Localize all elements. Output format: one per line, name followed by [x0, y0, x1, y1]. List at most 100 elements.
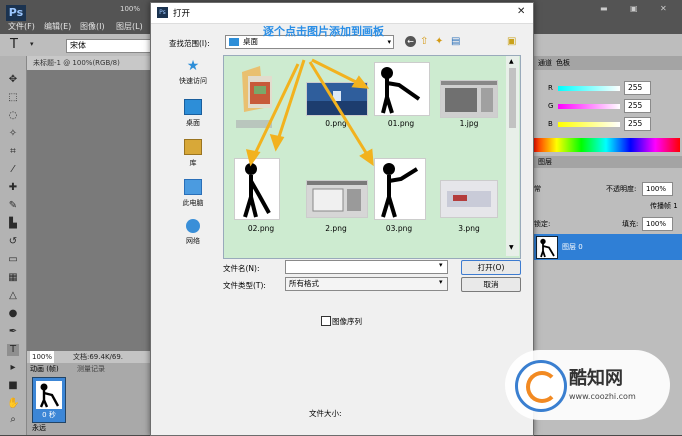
document-canvas-area [27, 56, 152, 351]
desktop-icon [184, 99, 202, 115]
font-family-input[interactable]: 宋体 [66, 39, 161, 53]
gradient-tool-icon[interactable]: ▦ [7, 272, 19, 284]
document-tab[interactable]: 未标题-1 @ 100%(RGB/8) [27, 56, 158, 70]
dialog-titlebar: Ps 打开 ✕ [151, 3, 533, 24]
color-ramp[interactable] [532, 138, 680, 152]
opacity-input[interactable]: 100% [642, 182, 673, 196]
photoshop-logo: Ps [6, 5, 26, 21]
hand-tool-icon[interactable]: ✋ [7, 398, 19, 410]
dialog-title: 打开 [173, 9, 191, 19]
place-desktop[interactable]: 桌面 [168, 99, 218, 128]
tab-layers[interactable]: 图层 [538, 157, 552, 167]
brush-tool-icon[interactable]: ✎ [7, 200, 19, 212]
maximize-icon[interactable]: ▣ [630, 4, 638, 13]
zoom-tool-icon[interactable]: ⌕ [7, 414, 19, 426]
menu-edit[interactable]: 编辑(E) [44, 21, 71, 32]
frame-delay[interactable]: 0 秒 [33, 410, 65, 420]
layer-row-selected[interactable]: 图层 0 [530, 234, 682, 260]
b-slider[interactable] [558, 122, 620, 127]
place-quick-access[interactable]: ★ 快速访问 [168, 59, 218, 86]
eraser-tool-icon[interactable]: ▭ [7, 254, 19, 266]
filename-label: 文件名(N): [223, 264, 260, 273]
loop-select[interactable]: 永远 [32, 423, 46, 433]
place-network[interactable]: 网络 [168, 219, 218, 246]
b-value-input[interactable]: 255 [624, 117, 651, 131]
marquee-tool-icon[interactable]: ⬚ [7, 92, 19, 104]
stamp-tool-icon[interactable]: ▙ [7, 218, 19, 230]
new-folder-icon[interactable]: ✦ [435, 36, 443, 47]
tool-preset-chevron-icon[interactable]: ▾ [30, 40, 34, 48]
up-folder-icon[interactable]: ⇧ [420, 36, 428, 47]
tools-panel: ✥ ⬚ ◌ ✧ ⌗ ⁄ ✚ ✎ ▙ ↺ ▭ ▦ △ ● ✒ T ▸ ■ ✋ ⌕ [0, 56, 27, 435]
scroll-up-icon[interactable]: ▲ [509, 58, 514, 65]
magic-wand-icon[interactable]: ✧ [7, 128, 19, 140]
frame-thumbnail [36, 381, 62, 409]
layer-name[interactable]: 图层 0 [562, 242, 583, 252]
tab-swatches[interactable]: 色板 [556, 58, 570, 68]
zoom-level[interactable]: 100% [120, 5, 140, 13]
r-slider[interactable] [558, 86, 620, 91]
close-icon[interactable]: ✕ [660, 4, 667, 13]
place-library[interactable]: 库 [168, 139, 218, 168]
place-label: 此电脑 [182, 199, 204, 207]
healing-brush-icon[interactable]: ✚ [7, 182, 19, 194]
shape-tool-icon[interactable]: ■ [7, 380, 19, 392]
chevron-down-icon[interactable]: ▾ [387, 36, 391, 48]
blur-tool-icon[interactable]: △ [7, 290, 19, 302]
g-value-input[interactable]: 255 [624, 99, 651, 113]
filetype-chevron-icon[interactable]: ▾ [439, 278, 443, 286]
back-icon[interactable]: ← [405, 36, 416, 47]
bridge-folder-icon[interactable]: ▣ [507, 36, 516, 47]
desktop-icon [229, 38, 239, 46]
dialog-close-icon[interactable]: ✕ [517, 6, 525, 17]
lock-label: 锁定: [534, 220, 551, 228]
eyedropper-icon[interactable]: ⁄ [7, 164, 19, 176]
move-tool-icon[interactable]: ✥ [7, 74, 19, 86]
status-bar: 100% 文档:69.4K/69. [27, 351, 152, 363]
watermark-url: www.coozhi.com [569, 392, 636, 401]
color-panel-tabs: 通道 色板 [530, 56, 682, 70]
type-tool-icon[interactable]: T [10, 37, 18, 52]
blend-mode-select[interactable]: 常 [534, 184, 541, 194]
minimize-icon[interactable]: ▬ [600, 4, 608, 13]
g-slider[interactable] [558, 104, 620, 109]
r-label: R [548, 84, 553, 92]
propagate-frame[interactable]: 传播帧 1 [650, 201, 678, 211]
computer-icon [184, 179, 202, 195]
r-value-input[interactable]: 255 [624, 81, 651, 95]
animation-frame-1[interactable]: 0 秒 [32, 377, 66, 423]
history-brush-icon[interactable]: ↺ [7, 236, 19, 248]
menu-layer[interactable]: 图层(L) [116, 21, 143, 32]
scroll-down-icon[interactable]: ▼ [509, 244, 514, 251]
text-tool-icon[interactable]: T [7, 344, 19, 356]
dodge-tool-icon[interactable]: ● [7, 308, 19, 320]
fill-input[interactable]: 100% [642, 217, 673, 231]
place-label: 网络 [186, 237, 200, 245]
filename-chevron-icon[interactable]: ▾ [439, 261, 443, 269]
file-list-scrollbar[interactable]: ▲ ▼ [506, 56, 519, 256]
lasso-tool-icon[interactable]: ◌ [7, 110, 19, 122]
place-this-pc[interactable]: 此电脑 [168, 179, 218, 208]
measurement-log-tab[interactable]: 测量记录 [77, 364, 105, 374]
animation-tab[interactable]: 动画 (帧) [30, 364, 59, 374]
layers-panel-tabs: 图层 [530, 156, 682, 168]
view-menu-icon[interactable]: ▤ [451, 36, 460, 47]
window-controls: ▬ ▣ ✕ [560, 4, 680, 16]
instruction-annotation: 逐个点击图片添加到画板 [263, 25, 384, 38]
path-selection-icon[interactable]: ▸ [7, 362, 19, 374]
place-label: 库 [189, 159, 197, 167]
tab-channels[interactable]: 通道 [538, 58, 552, 68]
scroll-thumb[interactable] [509, 68, 516, 128]
filename-input[interactable] [285, 260, 448, 274]
menu-image[interactable]: 图像(I) [80, 21, 105, 32]
open-button[interactable]: 打开(O) [461, 260, 521, 275]
image-sequence-checkbox[interactable] [321, 316, 331, 326]
status-zoom[interactable]: 100% [30, 351, 55, 363]
menu-file[interactable]: 文件(F) [8, 21, 35, 32]
coozhi-logo [515, 360, 567, 412]
open-file-dialog: Ps 打开 ✕ 查找范围(I): 桌面 ▾ ← ⇧ ✦ ▤ ▣ 逐个点击图片添加… [150, 2, 534, 436]
filetype-select[interactable]: 所有格式 [285, 277, 448, 291]
crop-tool-icon[interactable]: ⌗ [7, 146, 19, 158]
cancel-button[interactable]: 取消 [461, 277, 521, 292]
pen-tool-icon[interactable]: ✒ [7, 326, 19, 338]
